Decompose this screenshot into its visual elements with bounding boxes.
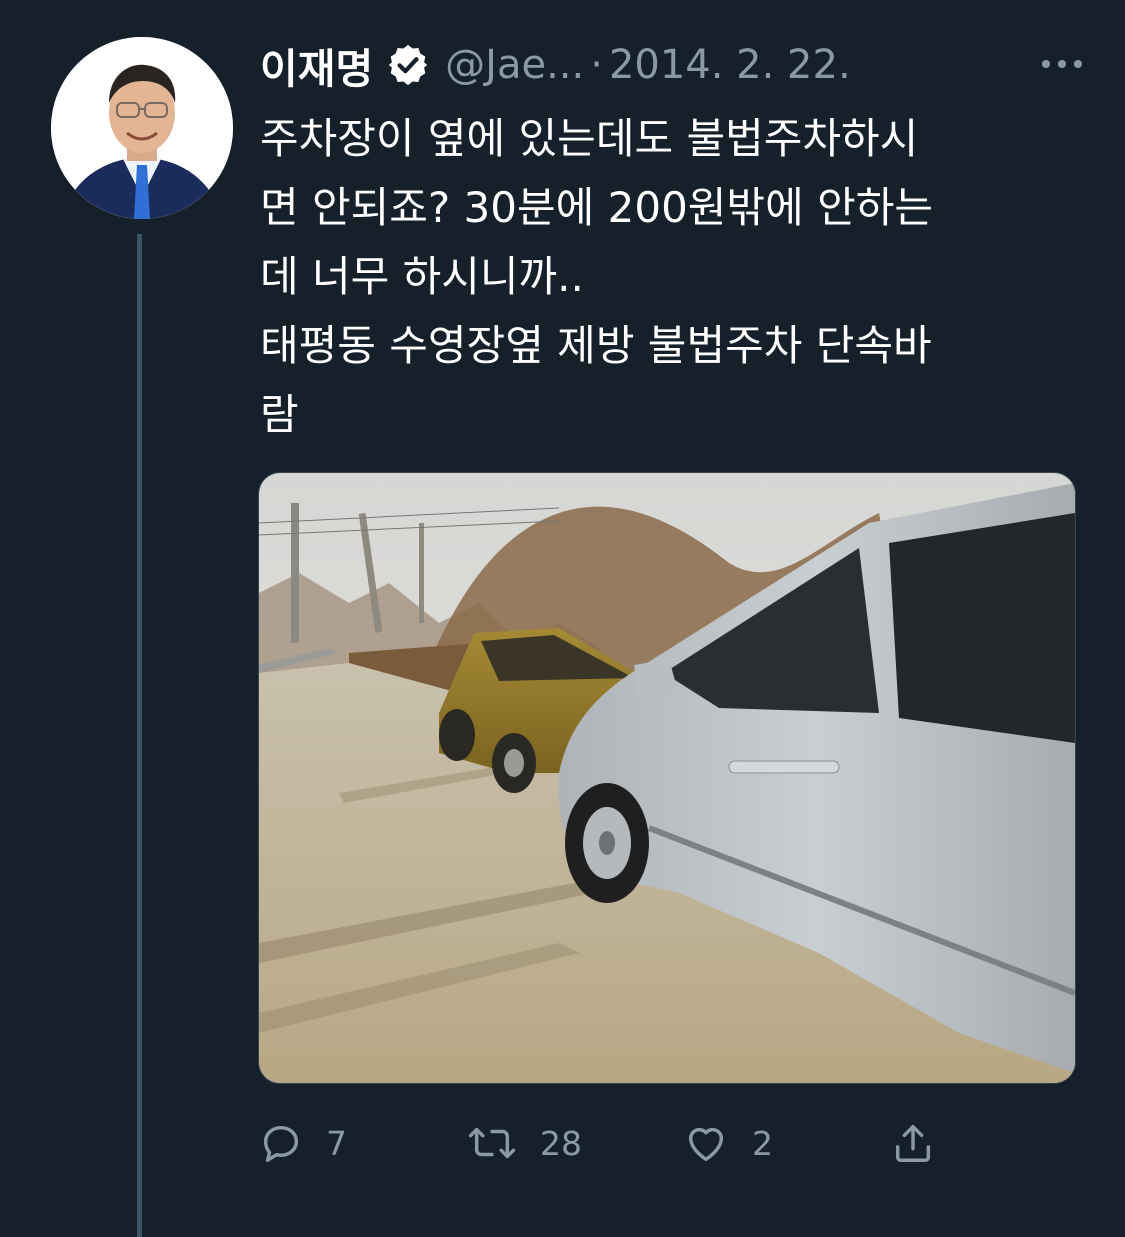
retweet-icon [466,1120,518,1166]
like-icon [682,1120,730,1166]
reply-icon [258,1120,304,1166]
retweet-button[interactable]: 28 [466,1112,582,1174]
more-options-icon[interactable] [1034,44,1090,84]
verified-badge-icon [385,42,431,88]
share-button[interactable] [890,1112,936,1174]
retweet-count: 28 [540,1123,582,1163]
tweet-actions: 7 28 2 [258,1112,958,1174]
reply-button[interactable]: 7 [258,1112,347,1174]
tweet[interactable]: 이재명 @Jae... · 2014. 2. 22. 주차장이 옆에 있는데도 … [0,0,1125,1237]
thread-line [137,234,142,1237]
like-count: 2 [752,1123,773,1163]
tweet-header: 이재명 @Jae... · 2014. 2. 22. [260,30,1090,100]
tweet-text: 주차장이 옆에 있는데도 불법주차하시 면 안되죠? 30분에 200원밖에 안… [260,114,933,439]
author-avatar[interactable] [51,37,233,219]
tweet-date[interactable]: 2014. 2. 22. [609,42,851,88]
header-separator: · [590,42,603,88]
reply-count: 7 [326,1123,347,1163]
author-handle[interactable]: @Jae... [445,42,584,88]
author-name[interactable]: 이재명 [260,35,373,95]
like-button[interactable]: 2 [682,1112,773,1174]
share-icon [890,1120,936,1166]
tweet-photo[interactable] [258,472,1076,1084]
